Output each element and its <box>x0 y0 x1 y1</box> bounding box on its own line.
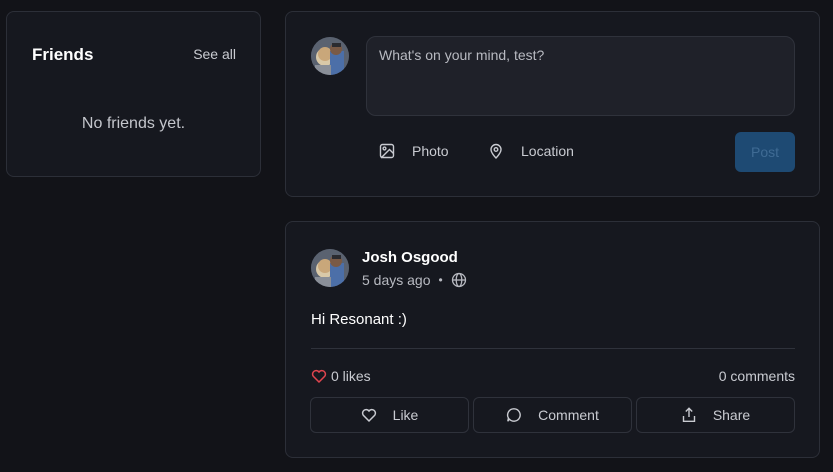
add-location-button[interactable]: Location <box>488 143 574 159</box>
friends-title: Friends <box>32 45 94 64</box>
share-button[interactable]: Share <box>636 397 795 433</box>
divider <box>311 348 795 349</box>
share-icon <box>682 407 696 422</box>
friends-card: Friends See all No friends yet. <box>6 11 261 177</box>
post-composer-input[interactable] <box>366 36 795 116</box>
speech-bubble-icon <box>507 408 521 422</box>
avatar[interactable] <box>311 249 349 287</box>
avatar <box>311 37 349 75</box>
like-label: Like <box>392 407 419 423</box>
post-composer: Photo Location Post <box>285 11 820 197</box>
image-icon <box>379 143 395 159</box>
globe-icon <box>451 272 466 288</box>
comment-label: Comment <box>538 407 599 423</box>
post-author-name[interactable]: Josh Osgood <box>362 249 458 266</box>
add-photo-button[interactable]: Photo <box>379 143 449 159</box>
post-card: Josh Osgood 5 days ago • Hi Resonant :) … <box>285 221 820 458</box>
meta-separator: • <box>438 273 443 287</box>
comment-count[interactable]: 0 comments <box>719 368 795 384</box>
heart-icon <box>361 408 376 423</box>
like-button[interactable]: Like <box>310 397 469 433</box>
photo-label: Photo <box>412 143 449 159</box>
comment-button[interactable]: Comment <box>473 397 632 433</box>
like-count[interactable]: 0 likes <box>311 368 371 384</box>
post-timestamp: 5 days ago <box>362 272 431 288</box>
heart-icon <box>311 369 327 384</box>
post-meta: 5 days ago • <box>362 272 467 288</box>
friends-empty-state: No friends yet. <box>81 115 186 132</box>
see-all-link[interactable]: See all <box>193 46 236 62</box>
post-body: Hi Resonant :) <box>311 311 407 328</box>
location-label: Location <box>521 143 574 159</box>
like-count-label: 0 likes <box>331 368 371 384</box>
map-pin-icon <box>490 143 502 159</box>
post-button[interactable]: Post <box>735 132 795 172</box>
share-label: Share <box>712 407 751 423</box>
